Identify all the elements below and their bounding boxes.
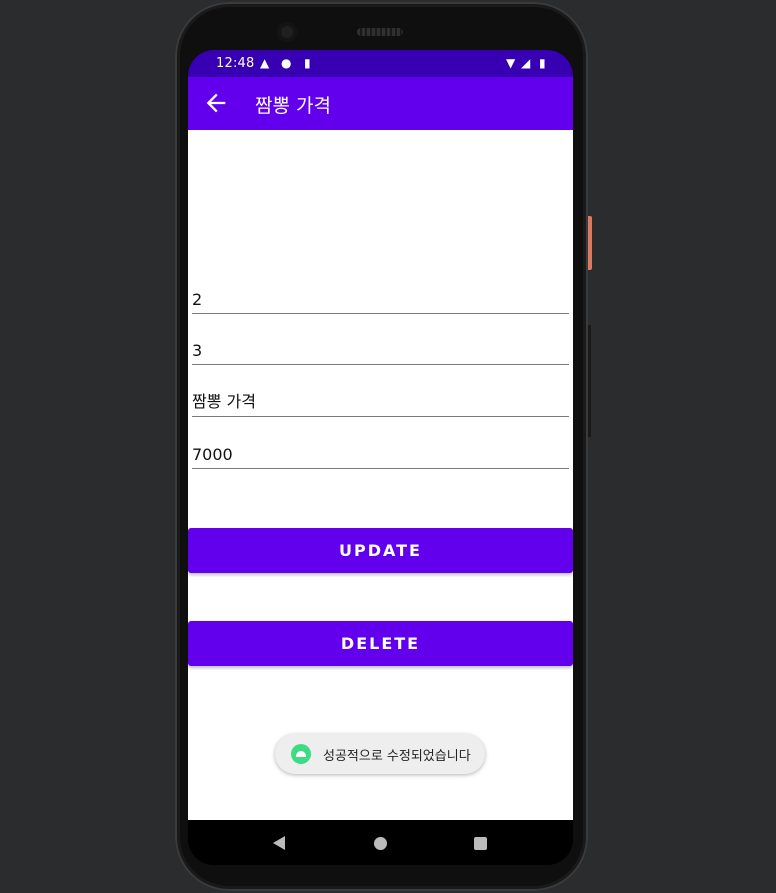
nav-back-icon[interactable]	[273, 836, 285, 850]
earpiece-speaker	[357, 28, 403, 36]
front-camera	[277, 22, 297, 42]
toast-text: 성공적으로 수정되었습니다	[323, 749, 471, 764]
battery-icon: ▮	[539, 56, 546, 70]
price-field-value: 7000	[192, 445, 233, 464]
app-toolbar: 짬뽕 가격	[188, 77, 573, 130]
navigation-bar	[188, 820, 573, 865]
message-icon: ●	[281, 56, 292, 70]
volume-button	[588, 325, 591, 437]
nav-home-icon[interactable]	[374, 837, 387, 850]
id-field-value: 2	[192, 290, 203, 309]
warning-icon: ▲	[260, 56, 270, 70]
title-field[interactable]: 짬뽕 가격	[192, 386, 569, 417]
toast-message: 성공적으로 수정되었습니다	[275, 734, 485, 774]
status-time: 12:48	[216, 56, 255, 71]
android-icon	[291, 744, 311, 764]
signal-icon: ◢	[521, 56, 531, 70]
number-field[interactable]: 3	[192, 334, 569, 365]
price-field[interactable]: 7000	[192, 438, 569, 469]
sd-card-icon: ▮	[304, 56, 311, 70]
id-field[interactable]: 2	[192, 283, 569, 314]
nav-recents-icon[interactable]	[474, 837, 487, 850]
number-field-value: 3	[192, 341, 203, 360]
update-button[interactable]: UPDATE	[188, 528, 573, 573]
status-bar: 12:48 ▲ ● ▮ ▼ ◢ ▮	[188, 50, 573, 77]
page-title: 짬뽕 가격	[255, 95, 331, 117]
power-button	[588, 216, 592, 270]
wifi-icon: ▼	[506, 56, 516, 70]
device-screen: 12:48 ▲ ● ▮ ▼ ◢ ▮ 짬뽕 가격 2 3 짬뽕 가격 7000 U…	[188, 50, 573, 865]
title-field-value: 짬뽕 가격	[192, 392, 256, 411]
delete-button[interactable]: DELETE	[188, 621, 573, 666]
arrow-back-icon[interactable]	[202, 89, 230, 117]
form-content: 2 3 짬뽕 가격 7000 UPDATE DELETE 성공적으로 수정되었습…	[188, 130, 573, 820]
